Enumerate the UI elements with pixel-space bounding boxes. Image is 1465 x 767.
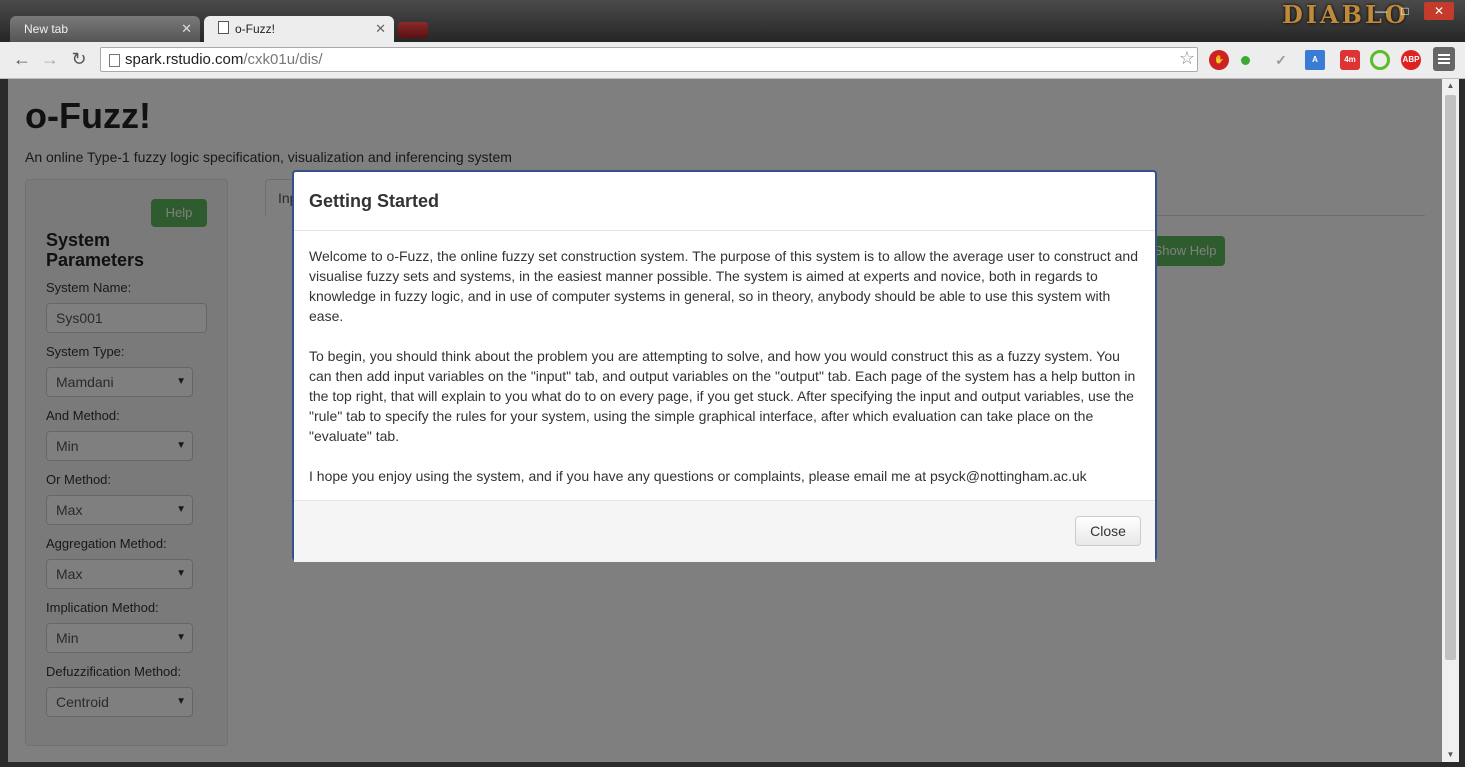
tab-label: New tab [24, 22, 69, 36]
bookmark-star-icon[interactable]: ☆ [1179, 48, 1195, 69]
address-bar[interactable]: spark.rstudio.com/cxk01u/dis/ ☆ [100, 47, 1198, 72]
dialog-body: Welcome to o-Fuzz, the online fuzzy set … [309, 246, 1144, 506]
pen-icon[interactable]: ✓ [1271, 50, 1291, 70]
q-extension-icon[interactable] [1370, 50, 1390, 70]
url-text: spark.rstudio.com/cxk01u/dis/ [125, 51, 323, 68]
dialog-paragraph: To begin, you should think about the pro… [309, 348, 1136, 444]
tab-new-tab[interactable]: New tab ✕ [10, 16, 200, 42]
window-close-button[interactable]: ✕ [1424, 2, 1454, 20]
scrollbar-thumb[interactable] [1445, 95, 1456, 660]
adblock-plus-icon[interactable]: ABP [1401, 50, 1421, 70]
reload-icon[interactable]: ↻ [68, 48, 90, 70]
page-scrollbar[interactable]: ▲ ▼ [1442, 79, 1459, 762]
close-tab-icon[interactable]: ✕ [375, 16, 386, 42]
tab-o-fuzz[interactable]: o-Fuzz! ✕ [204, 16, 394, 42]
page-icon [109, 54, 120, 67]
scroll-down-icon[interactable]: ▼ [1442, 748, 1459, 762]
dialog-title: Getting Started [309, 191, 440, 211]
dialog-footer: Close [294, 500, 1155, 562]
browser-titlebar: New tab ✕ o-Fuzz! ✕ DIABLO — □ ✕ [0, 0, 1465, 42]
back-icon[interactable]: ← [11, 48, 33, 70]
tab-label: o-Fuzz! [235, 22, 276, 36]
page-icon [218, 21, 229, 34]
getting-started-dialog: Getting Started Welcome to o-Fuzz, the o… [292, 170, 1157, 562]
translate-icon[interactable]: A [1305, 50, 1325, 70]
dialog-paragraph: Welcome to o-Fuzz, the online fuzzy set … [309, 248, 1138, 324]
maximize-button[interactable]: □ [1392, 2, 1418, 20]
close-button[interactable]: Close [1075, 516, 1141, 546]
minimize-button[interactable]: — [1368, 2, 1394, 20]
menu-icon[interactable] [1433, 47, 1455, 71]
close-tab-icon[interactable]: ✕ [181, 16, 192, 42]
timer-extension-icon[interactable]: 4m [1340, 50, 1360, 70]
browser-toolbar: ← → ↻ spark.rstudio.com/cxk01u/dis/ ☆ ✋ … [0, 42, 1465, 79]
new-tab-button[interactable] [398, 22, 428, 38]
dialog-paragraph: I hope you enjoy using the system, and i… [309, 468, 1087, 484]
forward-icon[interactable]: → [39, 48, 61, 70]
scroll-up-icon[interactable]: ▲ [1442, 79, 1459, 93]
status-dot-icon[interactable] [1241, 56, 1250, 65]
divider [294, 230, 1155, 231]
adblock-stop-icon[interactable]: ✋ [1209, 50, 1229, 70]
